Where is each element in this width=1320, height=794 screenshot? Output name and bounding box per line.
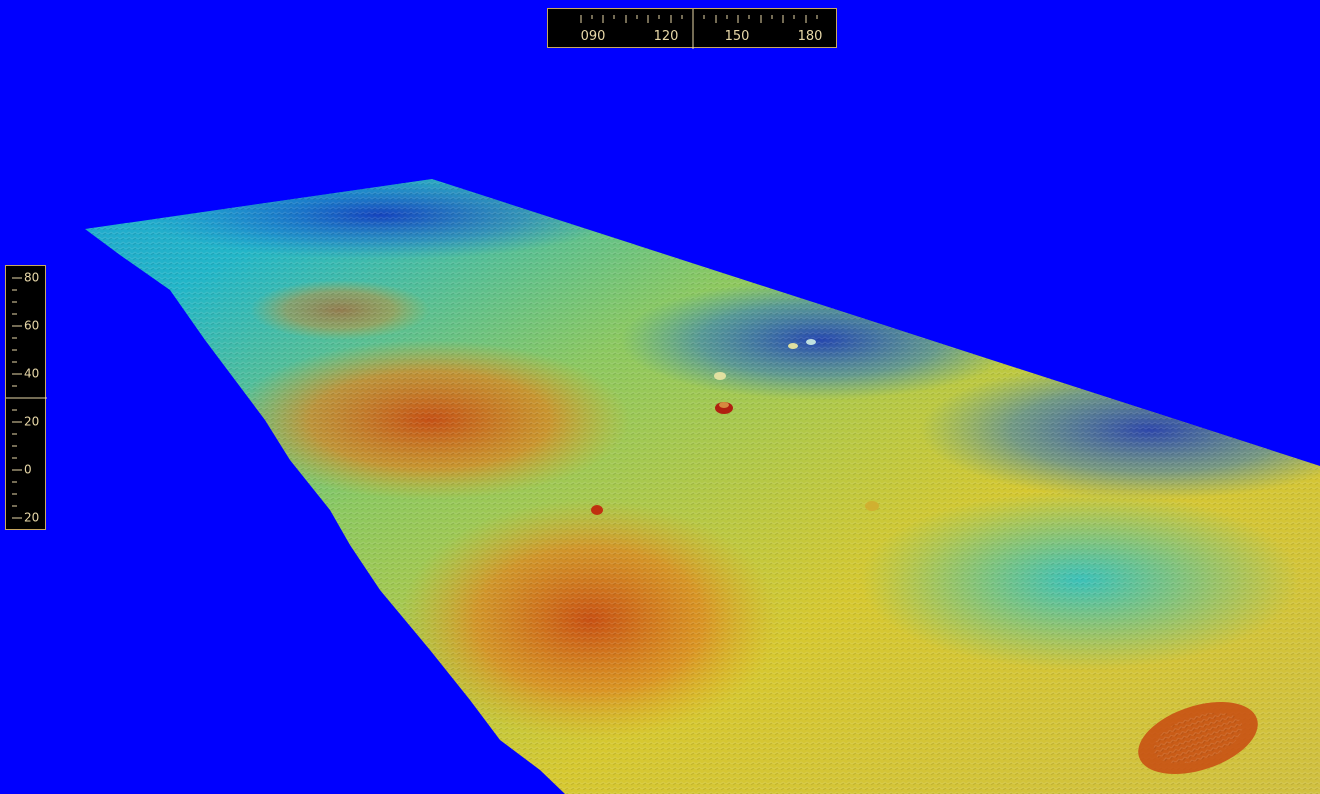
seabed-mound-6[interactable]	[806, 339, 816, 345]
bathymetry-surface[interactable]	[0, 0, 1320, 794]
seabed-mound-2[interactable]	[591, 505, 603, 515]
3d-viewport[interactable]: 090 120 150 180 80 60 40 20 0 20	[0, 0, 1320, 794]
depth-tick-label: 20	[24, 510, 40, 525]
heading-tick-label: 090	[580, 29, 606, 44]
depth-tick-label: 60	[24, 318, 40, 333]
depth-tick-label: 40	[24, 366, 40, 381]
depth-tick-label: 20	[24, 414, 40, 429]
depth-scale-gauge[interactable]: 80 60 40 20 0 20	[5, 265, 47, 530]
depth-ticks	[6, 277, 47, 519]
heading-tick-label: 150	[724, 29, 750, 44]
seabed-mound-5[interactable]	[788, 343, 798, 349]
heading-tick-label: 120	[653, 29, 679, 44]
seabed-mound-3[interactable]	[865, 501, 879, 511]
heading-compass-strip[interactable]: 090 120 150 180	[547, 8, 837, 49]
heading-tick-label: 180	[797, 29, 823, 44]
depth-tick-label: 0	[24, 462, 32, 477]
surface-texture	[85, 179, 1320, 794]
seabed-mound-4[interactable]	[714, 372, 726, 380]
depth-tick-label: 80	[24, 270, 40, 285]
